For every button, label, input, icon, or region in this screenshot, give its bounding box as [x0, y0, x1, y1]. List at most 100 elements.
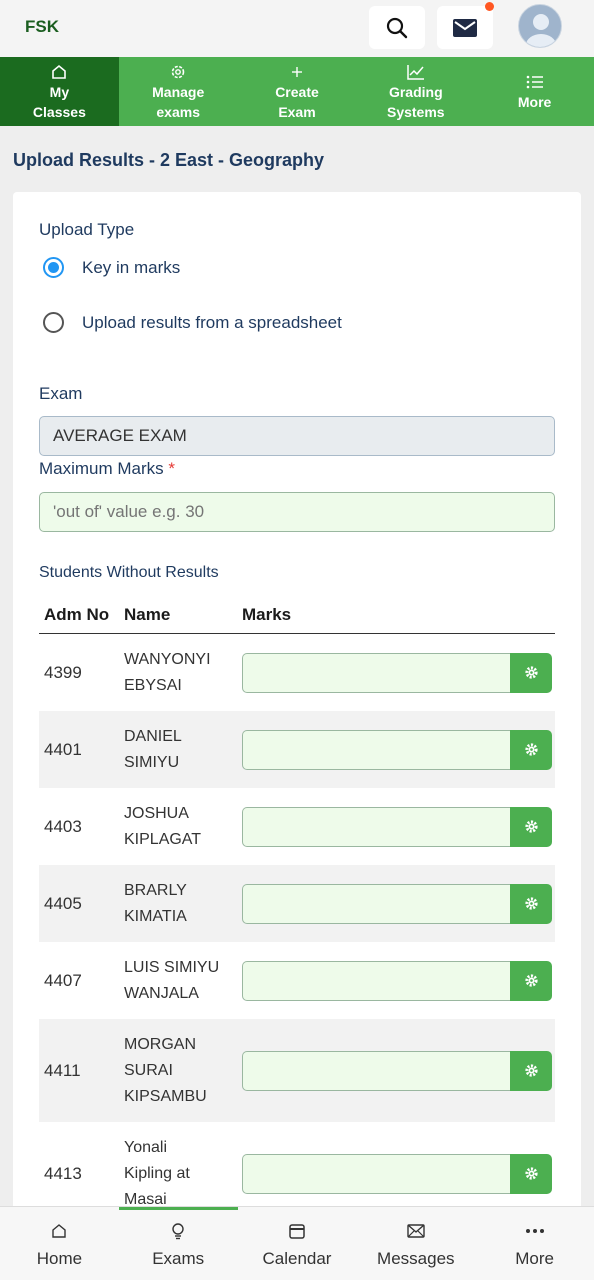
radio-label: Key in marks	[82, 257, 181, 277]
nav-label: exams	[156, 103, 200, 120]
bottom-nav-label: More	[515, 1248, 554, 1268]
gear-icon	[524, 1167, 538, 1180]
notification-dot	[485, 2, 494, 11]
marks-settings-button[interactable]	[510, 652, 552, 693]
student-name: Yonali Kipling at Masai	[124, 1138, 190, 1208]
column-header-name: Name	[124, 604, 171, 624]
nav-label: Classes	[32, 103, 86, 120]
table-row: 4401 DANIEL SIMIYU	[39, 711, 555, 788]
table-row: 4399 WANYONYI EBYSAI	[39, 634, 555, 711]
adm-no: 4403	[44, 816, 82, 836]
table-header: Adm No Name Marks	[39, 596, 555, 634]
search-icon	[386, 17, 408, 38]
students-without-results-heading: Students Without Results	[39, 564, 219, 581]
gear-icon	[524, 974, 538, 987]
upload-results-card: Upload Type Key in marks Upload results …	[13, 192, 581, 1212]
nav-label: Manage	[152, 83, 205, 100]
avatar[interactable]	[518, 4, 562, 48]
more-dots-icon	[525, 1219, 545, 1243]
maximum-marks-label-text: Maximum Marks	[39, 459, 164, 478]
brand-logo[interactable]: FSK	[25, 17, 59, 37]
nav-manage-exams[interactable]: Manage exams	[119, 57, 238, 126]
gear-icon	[524, 743, 538, 756]
nav-label: Grading	[388, 83, 443, 100]
nav-label: Systems	[386, 103, 445, 120]
marks-settings-button[interactable]	[510, 806, 552, 847]
bottom-nav-messages[interactable]: Messages	[356, 1207, 475, 1280]
nav-label: My	[49, 83, 70, 100]
bottom-nav-exams[interactable]: Exams	[118, 1207, 238, 1280]
gear-icon	[524, 666, 538, 679]
exam-label: Exam	[39, 384, 83, 403]
gear-icon	[524, 820, 538, 833]
marks-input[interactable]	[242, 806, 510, 847]
student-name: BRARLY KIMATIA	[124, 881, 187, 925]
marks-input[interactable]	[242, 652, 510, 693]
bottom-nav-label: Exams	[152, 1248, 205, 1268]
marks-entry	[242, 1050, 552, 1091]
nav-label: Exam	[278, 103, 316, 120]
gear-icon	[524, 897, 538, 910]
nav-more[interactable]: More	[475, 57, 594, 126]
marks-input[interactable]	[242, 1050, 510, 1091]
student-name: LUIS SIMIYU WANJALA	[124, 958, 220, 1002]
radio-key-in-marks[interactable]: Key in marks	[43, 257, 180, 278]
marks-settings-button[interactable]	[510, 960, 552, 1001]
marks-settings-button[interactable]	[510, 883, 552, 924]
lightbulb-icon	[170, 1219, 186, 1243]
marks-input[interactable]	[242, 960, 510, 1001]
maximum-marks-label: Maximum Marks *	[39, 459, 175, 479]
marks-input[interactable]	[242, 1153, 510, 1194]
radio-upload-spreadsheet[interactable]: Upload results from a spreadsheet	[43, 312, 342, 333]
radio-label: Upload results from a spreadsheet	[82, 312, 342, 332]
marks-settings-button[interactable]	[510, 729, 552, 770]
bottom-nav-home[interactable]: Home	[0, 1207, 119, 1280]
bottom-nav-label: Calendar	[262, 1248, 332, 1268]
nav-create-exam[interactable]: Create Exam	[238, 57, 357, 126]
marks-input[interactable]	[242, 729, 510, 770]
marks-input[interactable]	[242, 883, 510, 924]
nav-my-classes[interactable]: My Classes	[0, 57, 119, 126]
bottom-nav-label: Home	[36, 1248, 83, 1268]
marks-settings-button[interactable]	[510, 1153, 552, 1194]
student-name: MORGAN SURAI KIPSAMBU	[124, 1035, 207, 1105]
marks-entry	[242, 806, 552, 847]
bottom-nav-calendar[interactable]: Calendar	[238, 1207, 357, 1280]
table-row: 4405 BRARLY KIMATIA	[39, 865, 555, 942]
upload-type-label: Upload Type	[39, 220, 135, 239]
plus-icon	[290, 62, 304, 82]
radio-button-checked[interactable]	[43, 257, 64, 278]
adm-no: 4413	[44, 1163, 82, 1183]
search-button[interactable]	[369, 6, 425, 49]
column-header-adm-no: Adm No	[44, 604, 110, 624]
nav-label: Create	[275, 83, 319, 100]
calendar-icon	[288, 1219, 306, 1243]
table-row: 4407 LUIS SIMIYU WANJALA	[39, 942, 555, 1019]
student-name: JOSHUA KIPLAGAT	[124, 804, 202, 848]
gear-icon	[169, 62, 187, 82]
adm-no: 4399	[44, 662, 82, 682]
top-bar: FSK	[0, 0, 594, 57]
table-row: 4413 Yonali Kipling at Masai	[39, 1122, 555, 1212]
bottom-nav-label: Messages	[377, 1248, 455, 1268]
table-row: 4403 JOSHUA KIPLAGAT	[39, 788, 555, 865]
adm-no: 4401	[44, 739, 82, 759]
bottom-nav-more[interactable]: More	[475, 1207, 594, 1280]
marks-entry	[242, 1153, 552, 1194]
gear-icon	[524, 1064, 538, 1077]
nav-grading-systems[interactable]: Grading Systems	[356, 57, 475, 126]
student-name: DANIEL SIMIYU	[124, 727, 182, 771]
radio-button[interactable]	[43, 312, 64, 333]
messages-button[interactable]	[437, 2, 494, 49]
page-title: Upload Results - 2 East - Geography	[13, 150, 325, 170]
mail-icon	[453, 18, 477, 37]
marks-settings-button[interactable]	[510, 1050, 552, 1091]
column-header-marks: Marks	[242, 604, 292, 624]
envelope-icon	[407, 1219, 425, 1243]
adm-no: 4407	[44, 970, 82, 990]
bottom-nav: Home Exams Calendar Messages More	[0, 1206, 594, 1280]
maximum-marks-input[interactable]	[39, 492, 555, 532]
home-icon	[51, 1219, 67, 1243]
student-name: WANYONYI EBYSAI	[124, 650, 211, 694]
marks-entry	[242, 883, 552, 924]
